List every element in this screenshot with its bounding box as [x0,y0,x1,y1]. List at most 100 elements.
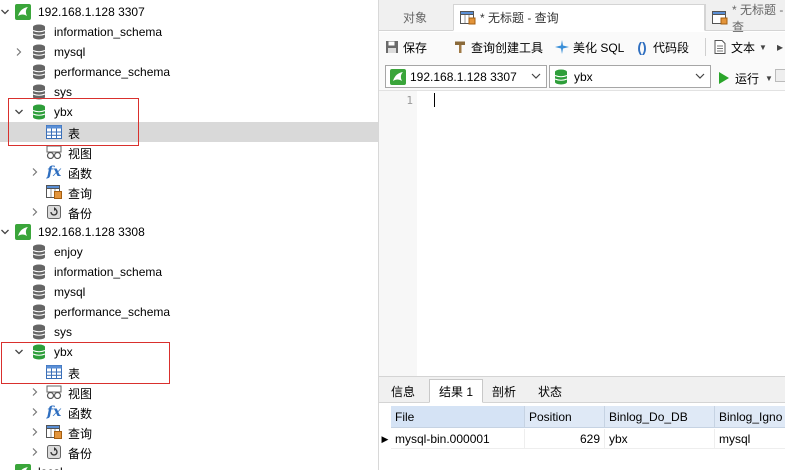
connection-icon [15,464,31,470]
column-header[interactable]: Binlog_Igno [715,406,785,428]
chevron-down-icon[interactable] [0,222,10,242]
tree-row-db[interactable]: sys [0,322,378,342]
tree-row-label: mysql [54,45,86,59]
tab-objects[interactable]: 对象 [379,4,451,31]
tree-row-label: 视图 [68,387,93,401]
tree-row-query[interactable]: 查询 [0,422,378,442]
tree-row-db-open[interactable]: ybx [0,342,378,362]
result-tab-0[interactable]: 信息 [383,379,423,403]
line-number-gutter: 1 [379,91,417,376]
dropdown-caret-icon: ▼ [765,73,773,83]
view-icon [46,384,62,400]
hammer-icon [453,40,467,54]
tree-row-db[interactable]: information_schema [0,22,378,42]
stop-button[interactable] [775,69,785,82]
tree-row-db[interactable]: sys [0,82,378,102]
save-icon [385,40,399,54]
view-icon [46,144,62,160]
table-cell[interactable]: 629 [525,429,605,449]
chevron-right-icon[interactable] [30,442,40,462]
query-builder-button[interactable]: 查询创建工具 [453,37,543,57]
chevron-down-icon [531,70,541,85]
result-tab-2[interactable]: 剖析 [483,379,525,403]
backup-icon [46,204,62,220]
document-icon [713,40,727,54]
column-header[interactable]: File [391,406,525,428]
database-open-icon [31,344,47,360]
tree-row-view[interactable]: 视图 [0,142,378,162]
tree-row-table[interactable]: 表 [0,362,378,382]
chevron-down-icon[interactable] [14,342,24,362]
query-icon [46,184,62,200]
connection-value: 192.168.1.128 3307 [410,69,517,84]
result-tab-label: 剖析 [491,384,516,399]
tree-row-conn[interactable]: local [0,462,378,470]
connection-select[interactable]: 192.168.1.128 3307 [385,65,547,88]
table-icon [46,364,62,380]
database-icon [31,244,47,260]
sparkle-icon [555,40,569,54]
run-button[interactable]: 运行 ▼ [717,68,773,88]
tree-row-db[interactable]: enjoy [0,242,378,262]
database-icon [31,84,47,100]
table-cell[interactable]: mysql-bin.000001 [391,429,525,449]
tree-row-backup[interactable]: 备份 [0,442,378,462]
result-tab-3[interactable]: 状态 [527,379,573,403]
chevron-right-icon[interactable] [30,422,40,442]
tab-objects-label: 对象 [402,11,427,25]
tree-row-table[interactable]: 表 [0,122,378,142]
overflow-icon: ▸ [777,40,784,54]
text-dropdown-button[interactable]: 文本 ▼ [713,37,767,57]
connection-bar: 192.168.1.128 3307 ybx 运行 ▼ [379,61,785,91]
sql-editor[interactable]: 1 [379,91,785,376]
tree-row-label: sys [54,325,72,339]
chevron-right-icon[interactable] [14,42,24,62]
snippet-label: 代码段 [653,40,690,55]
tree-row-label: information_schema [54,25,163,39]
tree-row-db[interactable]: information_schema [0,262,378,282]
tree-row-func[interactable]: fx 函数 [0,402,378,422]
chevron-down-icon[interactable] [0,2,10,22]
chevron-right-icon[interactable] [30,162,40,182]
database-icon [31,24,47,40]
column-header[interactable]: Position [525,406,605,428]
result-grid: ▶ File Position Binlog_Do_DB Binlog_Igno mysq… [379,404,785,470]
tree-row-label: performance_schema [54,305,171,319]
result-tab-1[interactable]: 结果 1 [429,379,483,403]
tree-row-view[interactable]: 视图 [0,382,378,402]
snippet-button[interactable]: () 代码段 [635,37,689,57]
chevron-down-icon [695,70,705,85]
tree-row-backup[interactable]: 备份 [0,202,378,222]
chevron-right-icon[interactable] [30,202,40,222]
query-tab-icon [460,10,476,25]
table-cell[interactable]: mysql [715,429,785,449]
chevron-right-icon[interactable] [30,382,40,402]
tree-row-label: 表 [68,367,81,381]
database-select[interactable]: ybx [549,65,711,88]
tree-row-label: 备份 [68,207,93,221]
tree-row-query[interactable]: 查询 [0,182,378,202]
tree-row-db-open[interactable]: ybx [0,102,378,122]
chevron-down-icon[interactable] [14,102,24,122]
backup-icon [46,444,62,460]
tree-row-db[interactable]: mysql [0,42,378,62]
database-icon [31,64,47,80]
tab-query-second[interactable]: * 无标题 - 查 [705,3,785,34]
column-header[interactable]: Binlog_Do_DB [605,406,715,428]
tab-query-active[interactable]: * 无标题 - 查询 [453,4,705,31]
database-icon [31,264,47,280]
tree-row-db[interactable]: mysql [0,282,378,302]
text-caret [434,93,435,107]
beautify-sql-button[interactable]: 美化 SQL [555,37,624,57]
tree-row-db[interactable]: performance_schema [0,62,378,82]
tree-row-conn[interactable]: 192.168.1.128 3308 [0,222,378,242]
overflow-button[interactable]: ▸ [777,37,783,57]
tree-row-label: 查询 [68,427,93,441]
tree-row-func[interactable]: fx 函数 [0,162,378,182]
database-icon [31,284,47,300]
table-cell[interactable]: ybx [605,429,715,449]
save-button[interactable]: 保存 [385,37,427,57]
tree-row-db[interactable]: performance_schema [0,302,378,322]
chevron-right-icon[interactable] [30,402,40,422]
tree-row-conn[interactable]: 192.168.1.128 3307 [0,2,378,22]
